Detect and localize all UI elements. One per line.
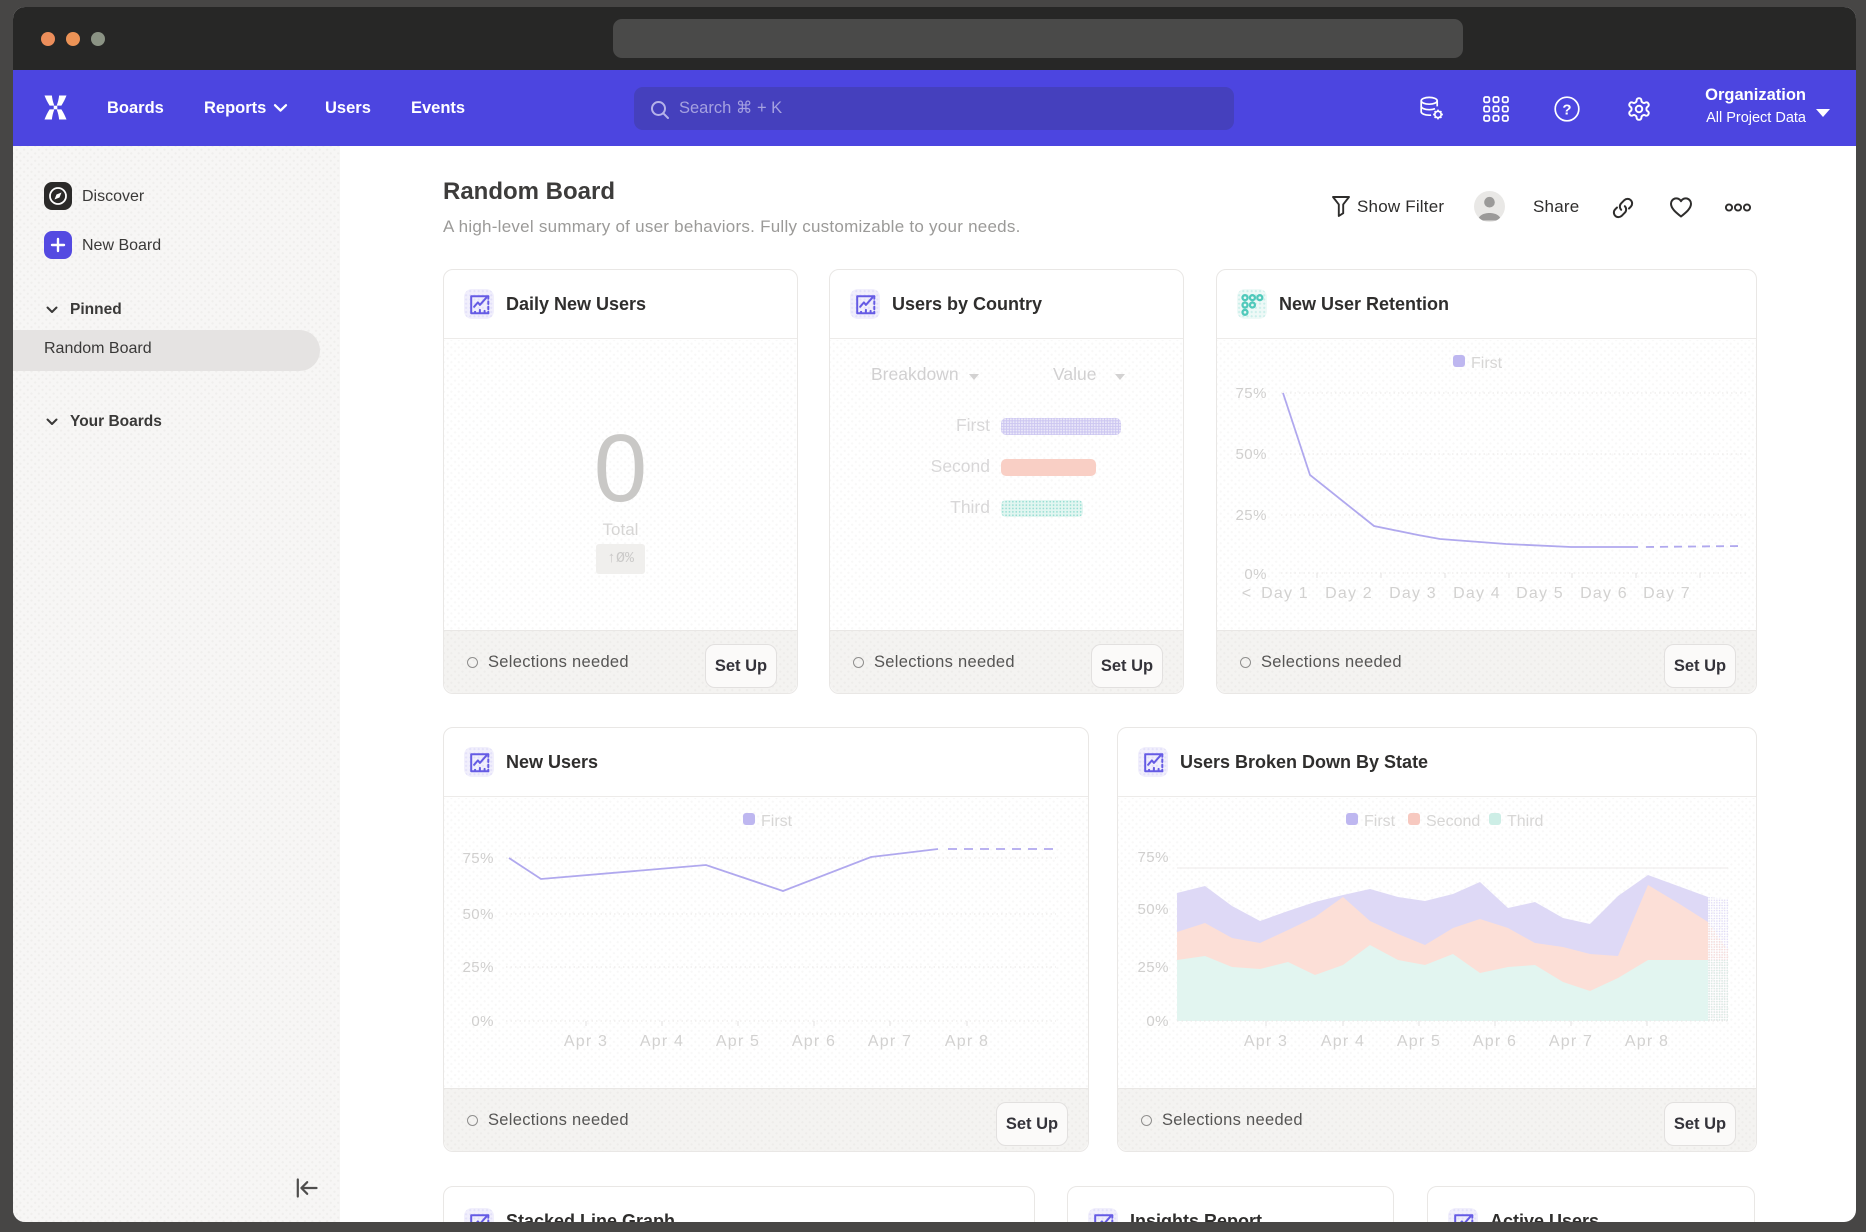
svg-text:0%: 0% bbox=[1146, 1013, 1169, 1030]
svg-text:First: First bbox=[1471, 355, 1503, 372]
svg-text:Apr 5: Apr 5 bbox=[1397, 1033, 1441, 1050]
svg-text:Apr 3: Apr 3 bbox=[564, 1033, 608, 1050]
svg-text:Day 6: Day 6 bbox=[1580, 585, 1628, 602]
svg-text:Apr 5: Apr 5 bbox=[716, 1033, 760, 1050]
svg-text:75%: 75% bbox=[462, 850, 494, 867]
svg-text:First: First bbox=[1364, 813, 1396, 830]
svg-text:Apr 4: Apr 4 bbox=[1321, 1033, 1365, 1050]
svg-text:Day 4: Day 4 bbox=[1453, 585, 1501, 602]
svg-text:75%: 75% bbox=[1235, 385, 1267, 402]
svg-text:Apr 8: Apr 8 bbox=[945, 1033, 989, 1050]
svg-text:Third: Third bbox=[1507, 813, 1543, 830]
svg-text:50%: 50% bbox=[1235, 446, 1267, 463]
svg-text:25%: 25% bbox=[1137, 959, 1169, 976]
svg-text:25%: 25% bbox=[462, 959, 494, 976]
svg-text:Day 1: Day 1 bbox=[1261, 585, 1309, 602]
svg-text:Apr 8: Apr 8 bbox=[1625, 1033, 1669, 1050]
svg-text:25%: 25% bbox=[1235, 507, 1267, 524]
svg-text:50%: 50% bbox=[462, 906, 494, 923]
svg-text:Apr 7: Apr 7 bbox=[1549, 1033, 1593, 1050]
svg-text:<: < bbox=[1242, 585, 1253, 602]
svg-text:75%: 75% bbox=[1137, 849, 1169, 866]
svg-text:Apr 4: Apr 4 bbox=[640, 1033, 684, 1050]
svg-text:Day 3: Day 3 bbox=[1389, 585, 1437, 602]
svg-text:Apr 3: Apr 3 bbox=[1244, 1033, 1288, 1050]
svg-text:0%: 0% bbox=[471, 1013, 494, 1030]
svg-text:Second: Second bbox=[1426, 813, 1480, 830]
svg-text:First: First bbox=[761, 813, 793, 830]
svg-text:0%: 0% bbox=[1244, 566, 1267, 583]
svg-text:Apr 6: Apr 6 bbox=[1473, 1033, 1517, 1050]
svg-text:Day 5: Day 5 bbox=[1516, 585, 1564, 602]
svg-text:Day 2: Day 2 bbox=[1325, 585, 1373, 602]
svg-text:Apr 7: Apr 7 bbox=[868, 1033, 912, 1050]
svg-text:50%: 50% bbox=[1137, 901, 1169, 918]
svg-text:Day 7: Day 7 bbox=[1643, 585, 1691, 602]
svg-text:Apr 6: Apr 6 bbox=[792, 1033, 836, 1050]
